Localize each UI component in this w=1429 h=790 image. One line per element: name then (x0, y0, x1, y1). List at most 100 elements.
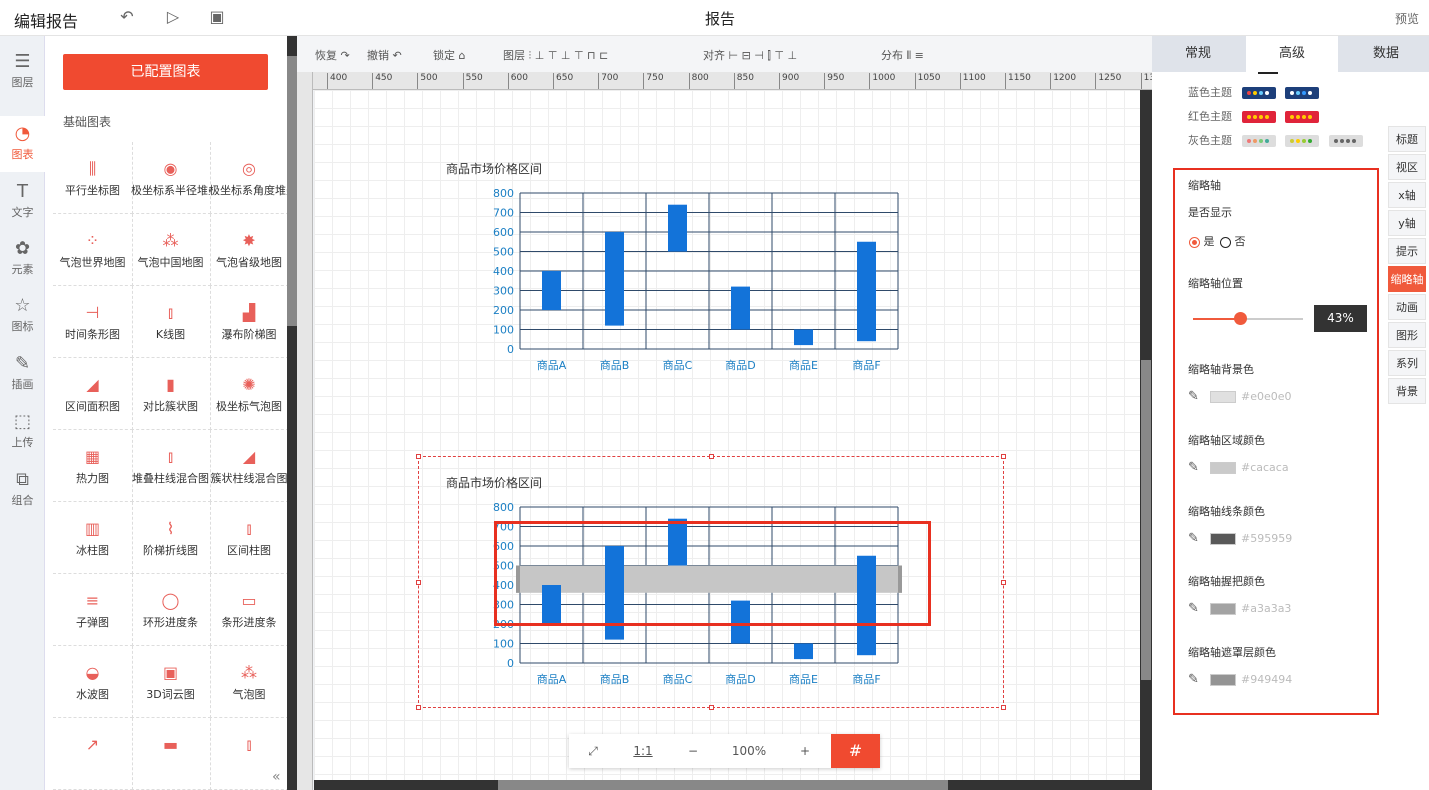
scroll-thumb[interactable] (498, 780, 948, 790)
theme-swatch[interactable] (1328, 135, 1363, 147)
side-tab-item[interactable]: x轴 (1388, 182, 1426, 208)
color-hex-input[interactable]: #e0e0e0 (1241, 390, 1292, 403)
collapse-icon[interactable]: « (272, 769, 281, 785)
chart-type-item[interactable]: ⁂ 气泡图 (209, 646, 289, 718)
report-canvas[interactable]: 商品市场价格区间 0 100 200 300 400 500 600 700 800 商品A 商品B 商… (314, 90, 1140, 780)
side-tab-item[interactable]: 图形 (1388, 322, 1426, 348)
eyedropper-icon[interactable]: ✎ (1188, 672, 1199, 687)
resize-handle[interactable] (416, 705, 421, 710)
scroll-thumb[interactable] (1141, 360, 1151, 680)
nav-item-layers[interactable]: ☰ 图层 (0, 44, 45, 100)
chart-type-item[interactable]: ⌇ 阶梯折线图 (131, 502, 211, 574)
tab-advanced[interactable]: 高级 (1246, 36, 1338, 72)
canvas-vertical-scrollbar[interactable] (1140, 90, 1152, 790)
color-picker-row[interactable]: ✎ #595959 (1188, 529, 1348, 549)
resize-handle[interactable] (1001, 705, 1006, 710)
chart-type-item[interactable]: ▥ 冰柱图 (53, 502, 133, 574)
chart-type-item[interactable]: ▟ 瀑布阶梯图 (209, 286, 289, 358)
chart-type-item[interactable]: ⫾ 堆叠柱线混合图 (131, 430, 211, 502)
color-hex-input[interactable]: #595959 (1241, 532, 1292, 545)
side-tab-item[interactable]: 缩略轴 (1388, 266, 1426, 292)
chart-type-item[interactable]: ⁂ 气泡中国地图 (131, 214, 211, 286)
tab-data[interactable]: 数据 (1340, 36, 1429, 72)
redo-button[interactable]: 恢复 ↷ (315, 47, 350, 63)
side-tab-item[interactable]: y轴 (1388, 210, 1426, 236)
nav-item-upload[interactable]: ⬚ 上传 (0, 404, 45, 460)
eyedropper-icon[interactable]: ✎ (1188, 601, 1199, 616)
color-swatch[interactable] (1210, 674, 1236, 686)
color-hex-input[interactable]: #a3a3a3 (1241, 602, 1291, 615)
chart-type-item[interactable]: ⁘ 气泡世界地图 (53, 214, 133, 286)
position-value[interactable]: 43% (1314, 305, 1367, 332)
save-icon[interactable]: ▣ (208, 8, 226, 26)
nav-item-elements[interactable]: ✿ 元素 (0, 231, 45, 287)
resize-handle[interactable] (709, 705, 714, 710)
canvas-horizontal-scrollbar[interactable] (314, 780, 1140, 790)
distribute-tools-icon[interactable]: ⫴ ≡ (907, 49, 924, 62)
chart-type-item[interactable]: ◯ 环形进度条 (131, 574, 211, 646)
eyedropper-icon[interactable]: ✎ (1188, 389, 1199, 404)
configured-charts-button[interactable]: 已配置图表 (63, 54, 268, 90)
nav-item-combine[interactable]: ⧉ 组合 (0, 462, 45, 518)
range-bar[interactable] (794, 643, 813, 660)
color-picker-row[interactable]: ✎ #a3a3a3 (1188, 599, 1348, 619)
resize-handle[interactable] (709, 454, 714, 459)
preview-button[interactable]: 预览 (1395, 10, 1419, 27)
tab-general[interactable]: 常规 (1152, 36, 1244, 72)
range-bar[interactable] (542, 271, 561, 310)
layer-tools-icon[interactable]: ⫶ ⊥ ⊤ ⊥ ⊤ ⊓ ⊏ (529, 49, 609, 62)
nav-item-illustration[interactable]: ✎ 插画 (0, 346, 45, 402)
chart-type-item[interactable]: ≡ 子弹图 (53, 574, 133, 646)
fit-screen-icon[interactable]: ⤢ (569, 734, 617, 768)
color-hex-input[interactable]: #cacaca (1241, 461, 1289, 474)
grid-toggle-icon[interactable]: # (831, 734, 880, 768)
color-swatch[interactable] (1210, 603, 1236, 615)
theme-swatch[interactable] (1241, 135, 1276, 147)
chart-type-item[interactable]: ◉ 极坐标系半径堆叠 (131, 142, 211, 214)
chart-type-item[interactable]: ⊣ 时间条形图 (53, 286, 133, 358)
panel-scrollbar[interactable] (287, 36, 297, 790)
side-tab-item[interactable]: 系列 (1388, 350, 1426, 376)
lock-button[interactable]: 锁定 ⌂ (433, 47, 465, 63)
eyedropper-icon[interactable]: ✎ (1188, 460, 1199, 475)
chart-type-item[interactable]: ▦ 热力图 (53, 430, 133, 502)
scroll-thumb[interactable] (287, 56, 297, 326)
play-icon[interactable]: ▷ (164, 8, 182, 26)
zoom-out-button[interactable]: − (669, 734, 717, 768)
chart-type-item[interactable]: ◎ 极坐标系角度堆叠 (209, 142, 289, 214)
range-bar[interactable] (605, 232, 624, 326)
chart-type-item[interactable]: ▮ 对比簇状图 (131, 358, 211, 430)
chart-type-item[interactable]: ↗ (53, 718, 133, 790)
color-swatch[interactable] (1210, 462, 1236, 474)
side-tab-item[interactable]: 标题 (1388, 126, 1426, 152)
radio-yes[interactable] (1189, 236, 1200, 248)
radio-no[interactable] (1220, 236, 1231, 248)
side-tab-item[interactable]: 提示 (1388, 238, 1426, 264)
chart-type-item[interactable]: ⫾ 区间柱图 (209, 502, 289, 574)
color-swatch[interactable] (1210, 391, 1236, 403)
theme-swatch[interactable] (1285, 111, 1319, 123)
side-tab-item[interactable]: 视区 (1388, 154, 1426, 180)
chart-type-item[interactable]: ✸ 气泡省级地图 (209, 214, 289, 286)
side-tab-item[interactable]: 动画 (1388, 294, 1426, 320)
color-picker-row[interactable]: ✎ #e0e0e0 (1188, 387, 1348, 407)
chart-type-item[interactable]: ⫾ K线图 (131, 286, 211, 358)
chart-type-item[interactable]: ◒ 水波图 (53, 646, 133, 718)
actual-size-button[interactable]: 1:1 (621, 734, 665, 768)
resize-handle[interactable] (416, 454, 421, 459)
position-slider-track[interactable] (1193, 312, 1303, 325)
range-bar[interactable] (668, 204, 687, 252)
range-bar[interactable] (794, 329, 813, 346)
chart-type-item[interactable]: ◢ 簇状柱线混合图 (209, 430, 289, 502)
chart-type-item[interactable]: ◢ 区间面积图 (53, 358, 133, 430)
chart-type-item[interactable]: ▣ 3D词云图 (131, 646, 211, 718)
chart-type-item[interactable]: ✺ 极坐标气泡图 (209, 358, 289, 430)
theme-swatch[interactable] (1241, 111, 1276, 123)
theme-swatch[interactable] (1285, 135, 1319, 147)
theme-swatch[interactable] (1241, 87, 1276, 99)
chart-type-item[interactable]: ▬ (131, 718, 211, 790)
eyedropper-icon[interactable]: ✎ (1188, 531, 1199, 546)
chart-type-item[interactable]: ⫼ 平行坐标图 (53, 142, 133, 214)
undo-button[interactable]: 撤销 ↶ (367, 47, 402, 63)
color-hex-input[interactable]: #949494 (1241, 673, 1292, 686)
